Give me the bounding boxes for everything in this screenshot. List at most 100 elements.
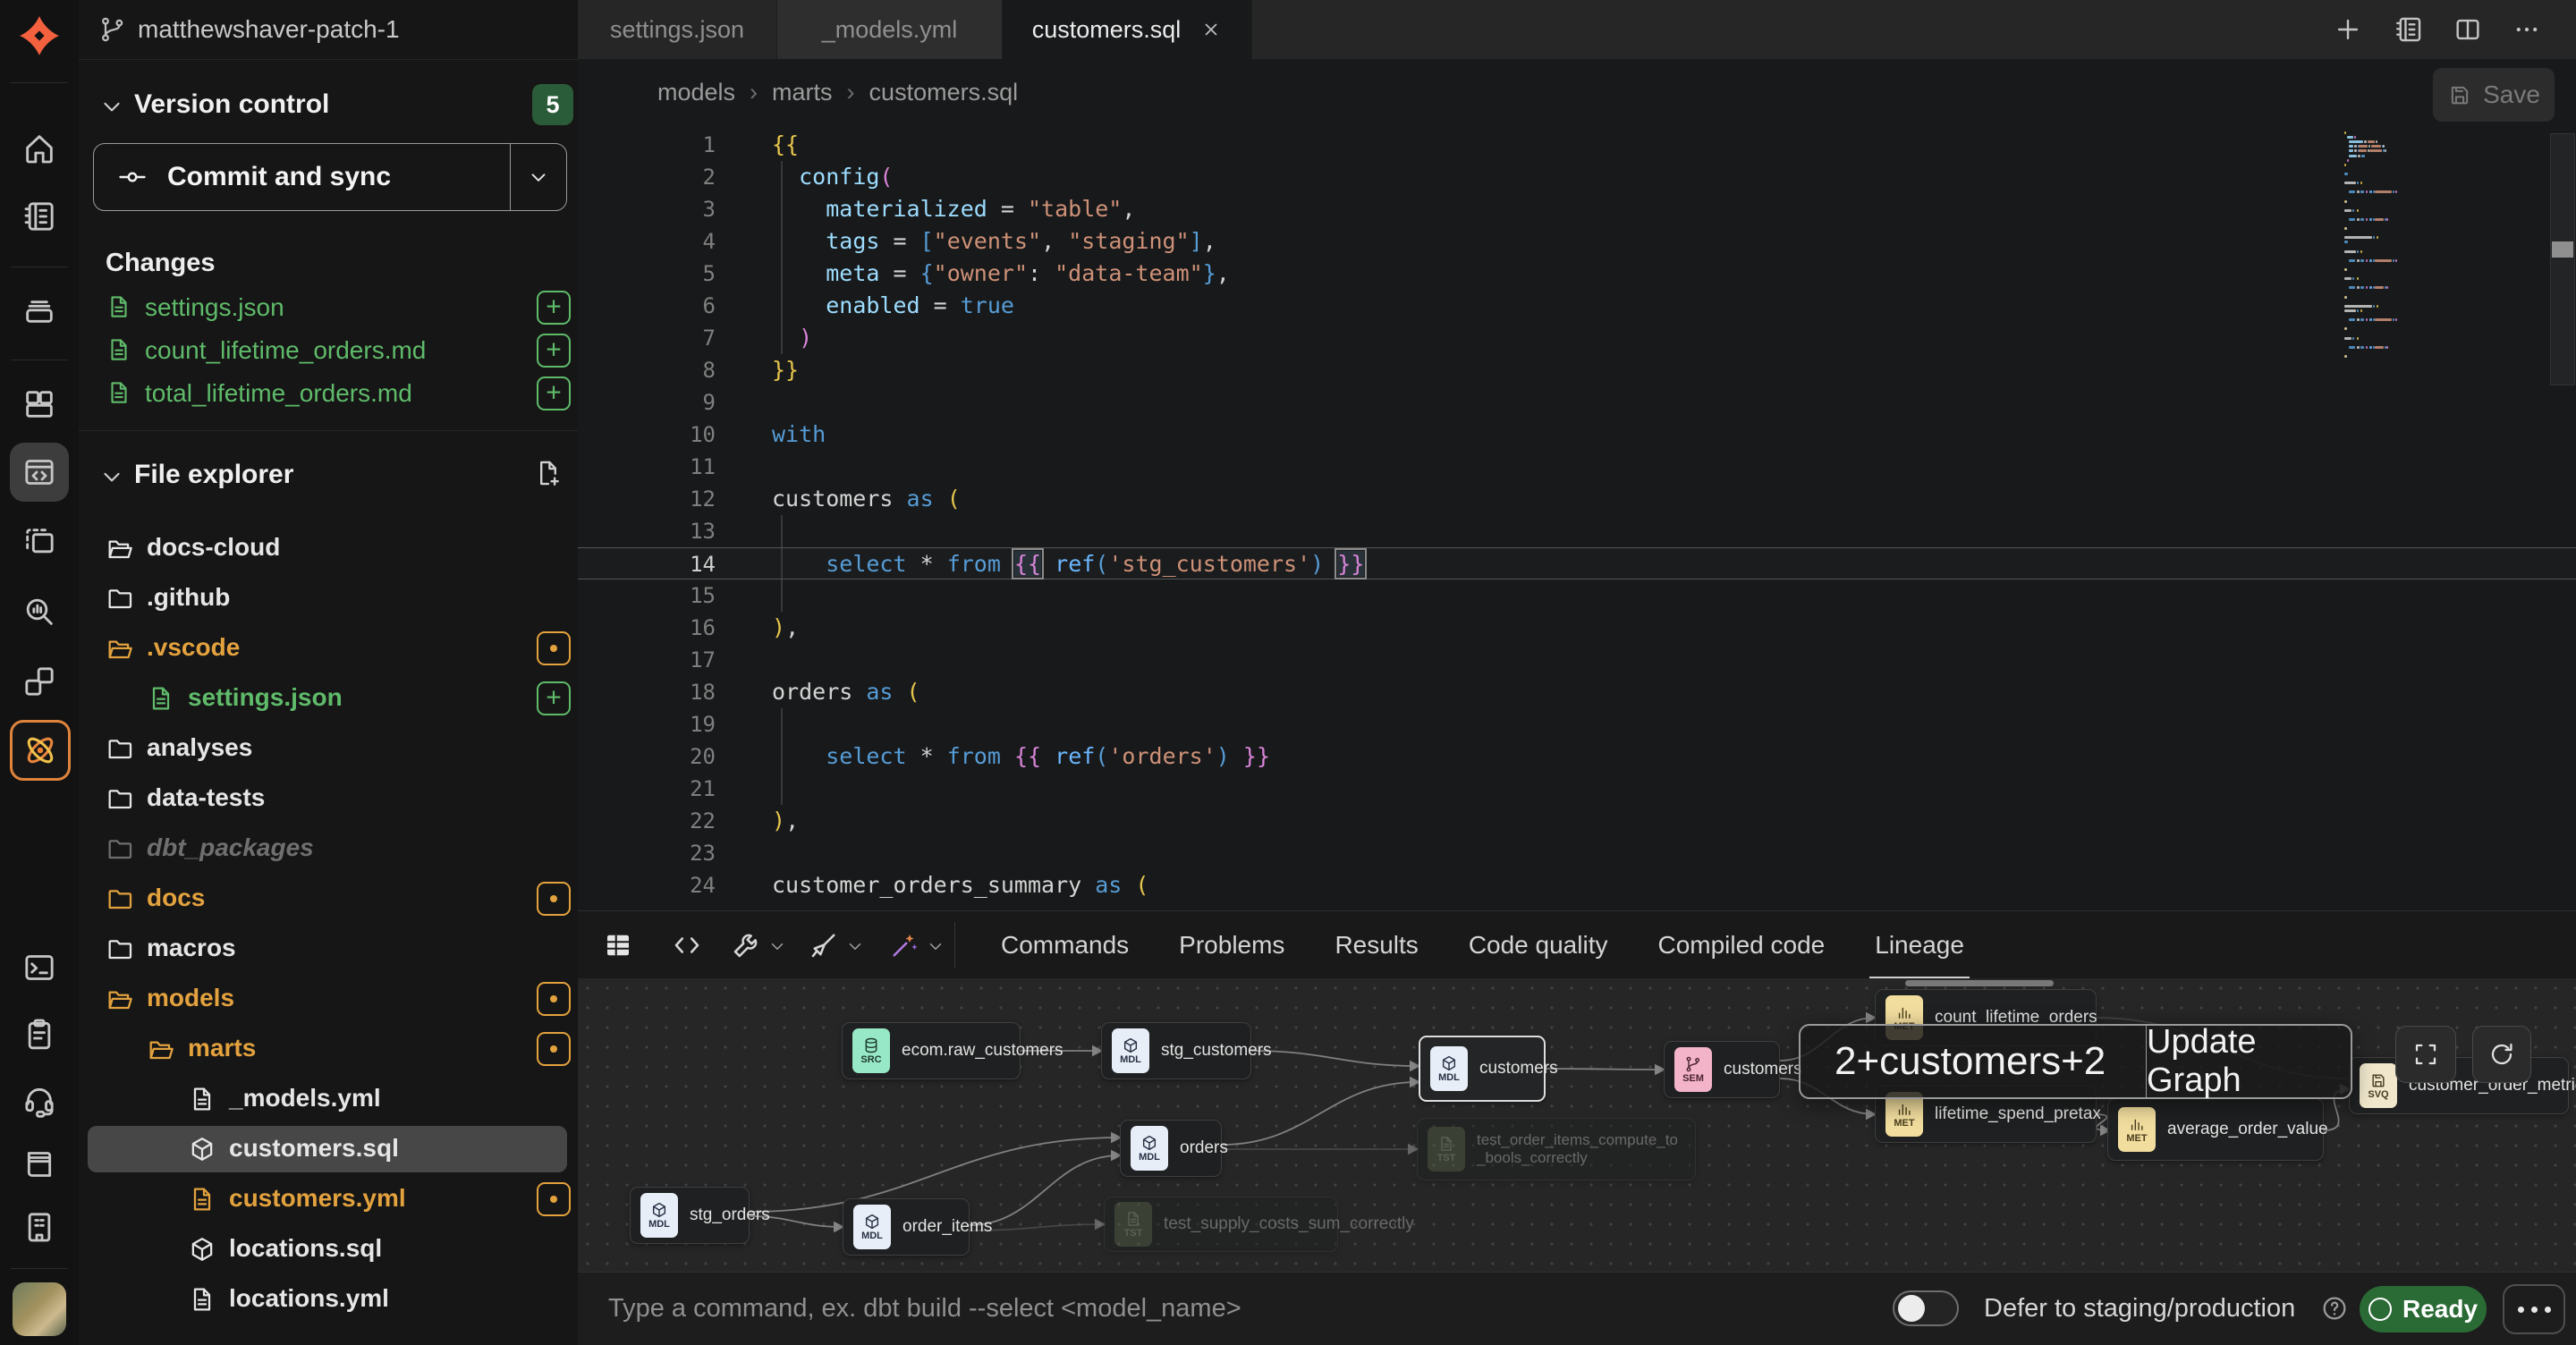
organization-icon[interactable] xyxy=(21,1209,57,1245)
modified-indicator[interactable] xyxy=(537,1182,571,1216)
panel-tab-commands[interactable]: Commands xyxy=(1001,911,1129,979)
lineage-node-average-order-value[interactable]: METaverage_order_value xyxy=(2107,1098,2324,1161)
chevron-down-icon[interactable] xyxy=(767,936,787,956)
file-tree-item[interactable]: .github xyxy=(79,573,578,623)
file-tree-item[interactable]: _models.yml xyxy=(79,1074,578,1124)
integrations-icon[interactable] xyxy=(21,664,57,699)
commit-options-chevron[interactable] xyxy=(511,165,566,189)
chevron-down-icon[interactable] xyxy=(845,936,865,956)
minimap[interactable] xyxy=(2344,131,2479,391)
code-icon[interactable] xyxy=(671,929,703,961)
breadcrumb-item[interactable]: models xyxy=(657,79,735,106)
notebook-icon[interactable] xyxy=(21,199,57,234)
changed-file-row[interactable]: count_lifetime_orders.md+ xyxy=(89,329,567,372)
lineage-node-customer-order-metrics[interactable]: SVQcustomer_order_metrics xyxy=(2349,1057,2569,1114)
lineage-node-stg-orders[interactable]: MDLstg_orders xyxy=(630,1187,750,1244)
lineage-node-orders[interactable]: MDLorders xyxy=(1120,1120,1222,1177)
broom-icon[interactable] xyxy=(808,929,840,961)
archive-icon[interactable] xyxy=(21,292,57,327)
file-tree-item[interactable]: models xyxy=(79,974,578,1024)
chevron-down-icon[interactable] xyxy=(926,936,945,956)
knowledge-icon[interactable] xyxy=(21,1146,57,1182)
lineage-node-test-order-items-compute-to-bools-correctly[interactable]: TSTtest_order_items_compute_to_bools_cor… xyxy=(1417,1118,1696,1180)
file-tree-item[interactable]: locations.yml xyxy=(79,1274,578,1324)
lineage-canvas[interactable]: SRCecom.raw_customers MDLstg_customers MDL… xyxy=(578,978,2576,1272)
ready-status-badge[interactable]: Ready xyxy=(2360,1286,2487,1332)
support-icon[interactable] xyxy=(21,1082,57,1118)
file-tree-item[interactable]: marts xyxy=(79,1024,578,1074)
new-file-icon[interactable] xyxy=(533,458,564,488)
panel-tab-code-quality[interactable]: Code quality xyxy=(1469,911,1608,979)
stage-file-button[interactable]: + xyxy=(537,376,571,410)
file-tree-item[interactable]: macros xyxy=(79,924,578,974)
table-icon[interactable] xyxy=(602,929,634,961)
dashboard-icon[interactable] xyxy=(21,386,57,422)
panel-tab-compiled-code[interactable]: Compiled code xyxy=(1657,911,1825,979)
stage-file-button[interactable]: + xyxy=(537,681,571,715)
lineage-fullscreen-button[interactable] xyxy=(2395,1026,2456,1083)
chevron-down-icon[interactable] xyxy=(98,93,125,120)
copilot-atom-icon[interactable] xyxy=(10,720,71,781)
chevron-down-icon[interactable] xyxy=(98,463,125,490)
code-editor-icon[interactable] xyxy=(21,454,57,490)
scrollbar-thumb[interactable] xyxy=(2552,241,2573,258)
changed-file-row[interactable]: total_lifetime_orders.md+ xyxy=(89,372,567,415)
save-button[interactable]: Save xyxy=(2433,68,2555,122)
modified-indicator[interactable] xyxy=(537,1032,571,1066)
code-editor[interactable]: 1{{2 config(3 materialized = "table",4 t… xyxy=(578,129,2576,910)
defer-toggle[interactable] xyxy=(1893,1290,1959,1326)
home-icon[interactable] xyxy=(21,131,57,166)
file-tree-item[interactable]: docs xyxy=(79,874,578,924)
close-icon[interactable] xyxy=(1200,19,1222,40)
ellipsis-icon[interactable] xyxy=(2512,14,2542,45)
help-icon[interactable] xyxy=(2320,1294,2349,1323)
file-tree-item[interactable]: settings.json+ xyxy=(79,673,578,723)
panel-tab-problems[interactable]: Problems xyxy=(1179,911,1284,979)
lineage-node-stg-customers[interactable]: MDLstg_customers xyxy=(1101,1022,1251,1079)
breadcrumb-item[interactable]: customers.sql xyxy=(869,79,1019,106)
user-avatar[interactable] xyxy=(13,1282,66,1336)
stage-file-button[interactable]: + xyxy=(537,334,571,368)
tab-_models.yml[interactable]: _models.yml xyxy=(777,0,1003,59)
stage-file-button[interactable]: + xyxy=(537,291,571,325)
lineage-node-ecom-raw-customers[interactable]: SRCecom.raw_customers xyxy=(842,1022,1021,1079)
modified-indicator[interactable] xyxy=(537,982,571,1016)
changed-file-row[interactable]: settings.json+ xyxy=(89,286,567,329)
notebook-icon[interactable] xyxy=(2394,14,2424,45)
frames-icon[interactable] xyxy=(21,524,57,560)
commit-and-sync-button[interactable]: Commit and sync xyxy=(93,143,567,211)
status-menu-button[interactable] xyxy=(2503,1284,2565,1334)
tab-customers.sql[interactable]: customers.sql xyxy=(1003,0,1252,59)
update-graph-button[interactable]: Update Graph xyxy=(2147,1026,2351,1097)
lineage-selector-input[interactable]: 2+customers+2 xyxy=(1801,1026,2146,1097)
file-tree-item[interactable]: locations.sql xyxy=(79,1224,578,1274)
panel-tab-lineage[interactable]: Lineage xyxy=(1875,911,1964,979)
file-tree-item[interactable]: .vscode xyxy=(79,623,578,673)
lineage-hscrollbar-thumb[interactable] xyxy=(1905,980,2054,986)
breadcrumb-item[interactable]: marts xyxy=(772,79,833,106)
file-tree-item[interactable]: docs-cloud xyxy=(79,523,578,573)
scrollbar-track[interactable] xyxy=(2550,133,2575,385)
file-tree-item[interactable]: customers.yml xyxy=(79,1174,578,1224)
split-icon[interactable] xyxy=(2453,14,2483,45)
command-input[interactable]: Type a command, ex. dbt build --select <… xyxy=(608,1294,1771,1324)
panel-tab-results[interactable]: Results xyxy=(1335,911,1418,979)
tasks-icon[interactable] xyxy=(21,1016,57,1052)
plus-icon[interactable] xyxy=(2333,14,2363,45)
lineage-node-customers[interactable]: MDLcustomers xyxy=(1419,1036,1546,1102)
insights-icon[interactable] xyxy=(21,594,57,630)
lineage-node-customers-semantic[interactable]: SEMcustomers xyxy=(1664,1041,1780,1098)
file-tree-item[interactable]: data-tests xyxy=(79,774,578,824)
terminal-icon[interactable] xyxy=(21,950,57,985)
tab-settings.json[interactable]: settings.json xyxy=(578,0,777,59)
lineage-node-test-supply-costs-sum-correctly[interactable]: TSTtest_supply_costs_sum_correctly xyxy=(1104,1197,1338,1252)
wrench-icon[interactable] xyxy=(730,929,762,961)
branch-selector[interactable]: matthewshaver-patch-1 xyxy=(79,0,578,60)
file-tree-item[interactable]: dbt_packages xyxy=(79,824,578,874)
file-tree-item[interactable]: analyses xyxy=(79,723,578,774)
dbt-logo[interactable] xyxy=(18,14,61,57)
modified-indicator[interactable] xyxy=(537,882,571,916)
modified-indicator[interactable] xyxy=(537,631,571,665)
file-tree-item[interactable]: customers.sql xyxy=(79,1124,578,1174)
wand-icon[interactable] xyxy=(888,929,920,961)
